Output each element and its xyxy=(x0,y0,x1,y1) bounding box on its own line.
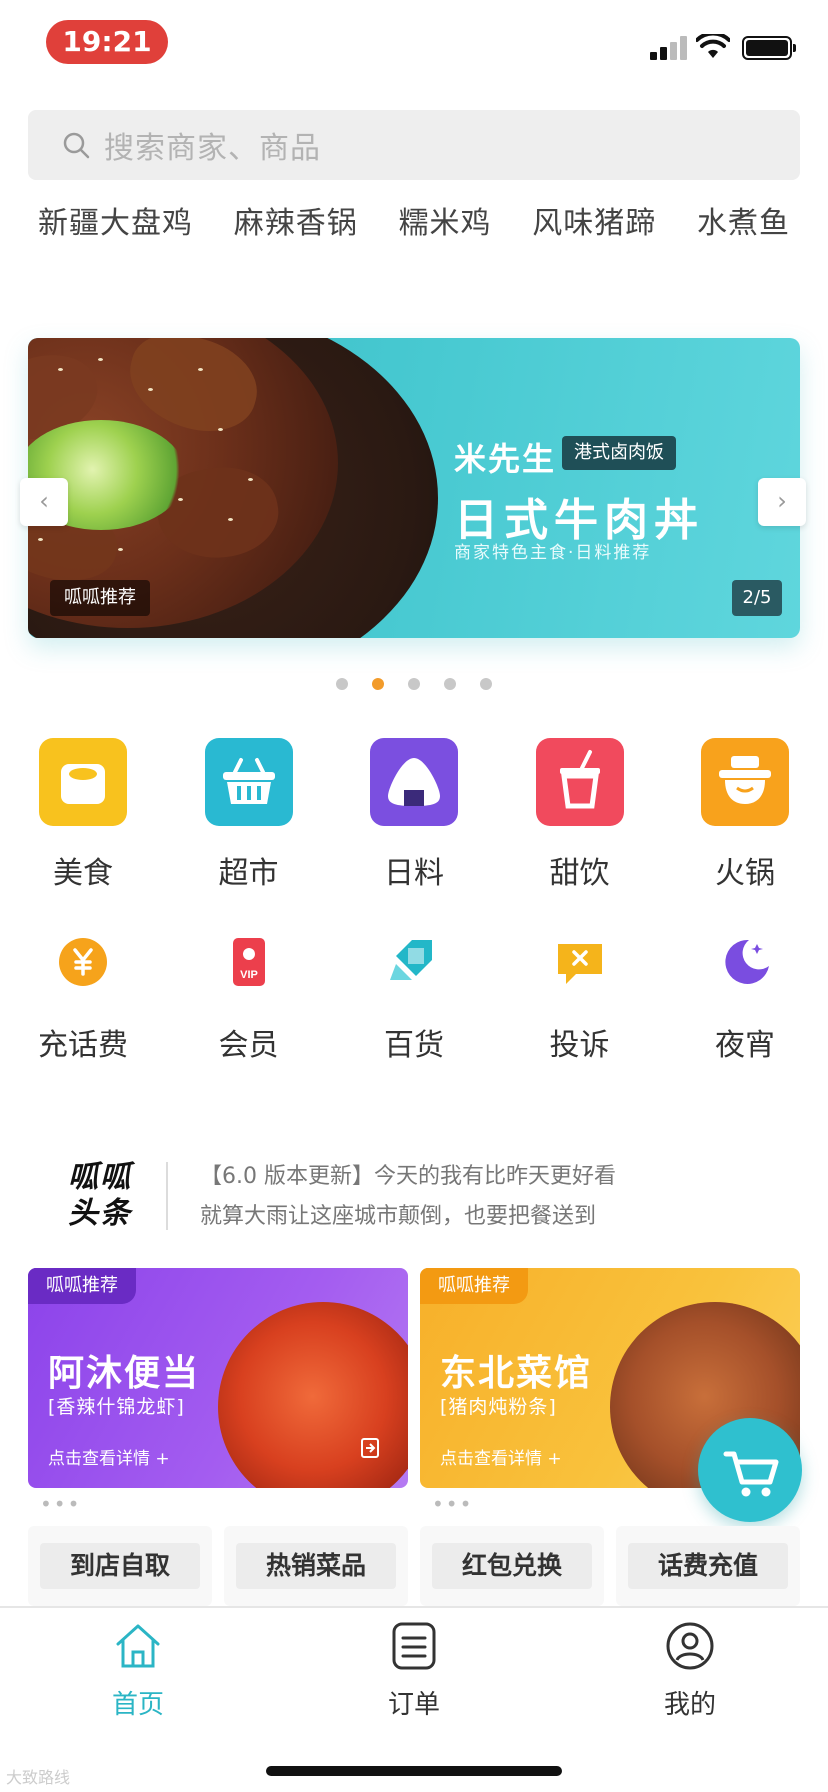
news-line[interactable]: 【6.0 版本更新】今天的我有比昨天更好看 xyxy=(200,1158,616,1190)
profile-icon xyxy=(664,1620,716,1672)
promo-details-link[interactable]: 点击查看详情 + xyxy=(440,1444,562,1469)
search-placeholder: 搜索商家、商品 xyxy=(104,131,321,166)
banner-brand: 米先生 xyxy=(454,440,557,478)
promo-subtitle: [猪肉炖粉条] xyxy=(440,1396,557,1418)
promo-tag: 呱呱推荐 xyxy=(28,1268,136,1304)
promo-subtitle: [香辣什锦龙虾] xyxy=(48,1396,185,1418)
carousel-dot[interactable] xyxy=(336,678,348,690)
vip-card-icon: VIP xyxy=(221,934,277,990)
category-japanese[interactable]: 日料 xyxy=(357,738,471,892)
promo-banner[interactable]: 呱呱推荐 米先生 港式卤肉饭 日式牛肉丼 商家特色主食·日料推荐 2/5 xyxy=(28,338,800,638)
carousel-dot[interactable] xyxy=(408,678,420,690)
moon-icon xyxy=(717,934,773,990)
drink-cup-icon xyxy=(535,738,624,826)
news-ticker[interactable]: 呱呱 头条 【6.0 版本更新】今天的我有比昨天更好看 就算大雨让这座城市颠倒，… xyxy=(68,1152,768,1236)
hot-tag[interactable]: 新疆大盘鸡 xyxy=(38,198,193,246)
category-grid: 美食 超市 日料 甜饮 火锅 xyxy=(0,738,828,892)
battery-icon xyxy=(742,36,796,60)
cart-icon xyxy=(723,1451,779,1497)
department-store-icon xyxy=(386,934,442,990)
banner-page-indicator: 2/5 xyxy=(732,580,782,616)
quick-link-pickup[interactable]: 到店自取 xyxy=(28,1526,212,1606)
promo-card[interactable]: 呱呱推荐 阿沐便当 [香辣什锦龙虾] 点击查看详情 + xyxy=(28,1268,408,1488)
news-logo: 呱呱 头条 xyxy=(68,1160,132,1231)
watermark: 大致路线 xyxy=(6,1768,71,1787)
shopping-basket-icon xyxy=(204,738,293,826)
status-bar: 19:21 xyxy=(0,0,828,90)
status-time: 19:21 xyxy=(46,20,168,64)
search-bar[interactable]: 搜索商家、商品 xyxy=(28,110,800,180)
hot-tag[interactable]: 风味猪蹄 xyxy=(532,198,656,246)
service-department-store[interactable]: 百货 xyxy=(357,920,471,1064)
promo-tag: 呱呱推荐 xyxy=(420,1268,528,1304)
complaint-icon xyxy=(552,934,608,990)
enter-icon[interactable] xyxy=(358,1436,382,1460)
home-icon xyxy=(112,1620,164,1672)
service-complaint[interactable]: 投诉 xyxy=(523,920,637,1064)
order-list-icon xyxy=(388,1620,440,1672)
promo-dots: ••• xyxy=(432,1492,474,1516)
hot-tag[interactable]: 麻辣香锅 xyxy=(234,198,358,246)
promo-title: 东北菜馆 xyxy=(440,1353,593,1394)
service-recharge[interactable]: 充话费 xyxy=(26,920,140,1064)
category-supermarket[interactable]: 超市 xyxy=(192,738,306,892)
tab-home[interactable]: 首页 xyxy=(58,1620,218,1721)
crayfish-image xyxy=(218,1302,408,1488)
tab-profile[interactable]: 我的 xyxy=(610,1620,770,1721)
banner-badge: 港式卤肉饭 xyxy=(562,436,676,470)
promo-title: 阿沐便当 xyxy=(48,1353,201,1394)
service-late-night[interactable]: 夜宵 xyxy=(688,920,802,1064)
home-indicator[interactable] xyxy=(266,1766,562,1776)
food-bowl-icon xyxy=(39,738,127,826)
hot-tag[interactable]: 糯米鸡 xyxy=(399,198,492,246)
banner-next-button[interactable]: › xyxy=(758,478,806,526)
wifi-icon xyxy=(696,34,730,58)
tab-orders[interactable]: 订单 xyxy=(334,1620,494,1721)
svg-text:VIP: VIP xyxy=(240,969,258,981)
hot-search-tags: 新疆大盘鸡 麻辣香锅 糯米鸡 风味猪蹄 水煮鱼 xyxy=(0,198,828,246)
service-member[interactable]: VIP 会员 xyxy=(192,920,306,1064)
banner-tag: 呱呱推荐 xyxy=(50,580,150,616)
news-line[interactable]: 就算大雨让这座城市颠倒，也要把餐送到 xyxy=(200,1198,596,1230)
carousel-dot-active[interactable] xyxy=(372,678,384,690)
banner-prev-button[interactable]: ‹ xyxy=(20,478,68,526)
cellular-signal-icon xyxy=(650,36,688,60)
banner-subline: 商家特色主食·日料推荐 xyxy=(454,543,652,563)
yuan-coin-icon xyxy=(55,934,111,990)
category-food[interactable]: 美食 xyxy=(26,738,140,892)
cart-button[interactable] xyxy=(698,1418,802,1522)
service-grid: 充话费 VIP 会员 百货 投诉 夜宵 xyxy=(0,920,828,1064)
carousel-dots xyxy=(0,678,828,690)
hot-tag[interactable]: 水煮鱼 xyxy=(697,198,790,246)
bottom-tab-bar: 首页 订单 我的 xyxy=(0,1606,828,1792)
promo-dots: ••• xyxy=(40,1492,82,1516)
quick-link-topup[interactable]: 话费充值 xyxy=(616,1526,800,1606)
category-hotpot[interactable]: 火锅 xyxy=(688,738,802,892)
search-icon xyxy=(63,132,90,159)
carousel-dot[interactable] xyxy=(480,678,492,690)
category-drinks[interactable]: 甜饮 xyxy=(523,738,637,892)
promo-details-link[interactable]: 点击查看详情 + xyxy=(48,1444,170,1469)
divider xyxy=(166,1162,168,1230)
carousel-dot[interactable] xyxy=(444,678,456,690)
quick-link-hot-dishes[interactable]: 热销菜品 xyxy=(224,1526,408,1606)
quick-link-redeem[interactable]: 红包兑换 xyxy=(420,1526,604,1606)
hotpot-icon xyxy=(701,738,789,826)
quick-links: 到店自取 热销菜品 红包兑换 话费充值 xyxy=(28,1526,800,1606)
onigiri-icon xyxy=(370,738,458,826)
